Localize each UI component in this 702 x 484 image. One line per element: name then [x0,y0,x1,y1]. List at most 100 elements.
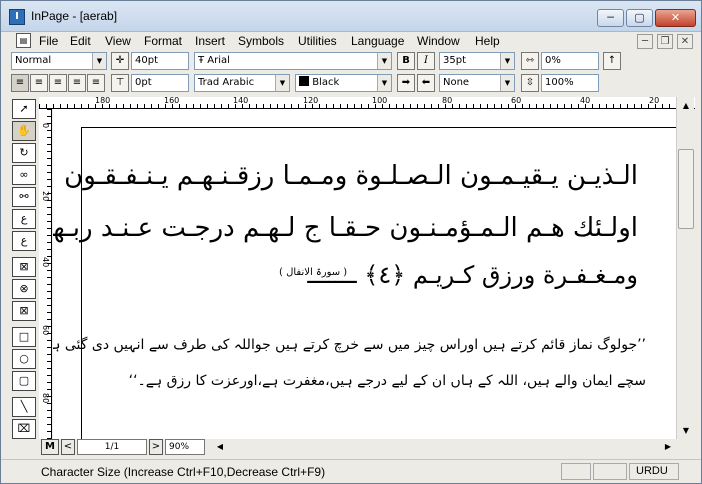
formatting-toolbar-1: Normal ▼ ✛ 40pt Ŧ Arial ▼ B I 35pt ▼ ⇿ 0% ↑ [1,52,701,74]
menu-view[interactable]: View [105,34,131,48]
master-page-button[interactable]: M [41,439,59,455]
menu-utilities[interactable]: Utilities [298,34,337,48]
indent-field[interactable]: 0pt [131,74,189,92]
arabic-text-line-1[interactable]: الـذيـن يـقيـمـون الـصـلـوة ومـمـا رزقـن… [53,161,638,191]
link-tool-icon[interactable]: ∞ [12,165,36,185]
scroll-down-icon[interactable]: ▼ [678,422,694,439]
align-justify-icon[interactable]: ≡ [68,74,86,92]
surah-reference[interactable]: ( سورۃ الانفال ) [279,267,347,278]
shade-value: None [443,77,470,88]
window-title: InPage - [aerab] [31,9,118,23]
scale-icon[interactable]: ⇳ [521,74,539,92]
hand-tool-icon[interactable]: ✋ [12,121,36,141]
arabic-text-line-3[interactable]: ومـغـفـرة ورزق كـريـم ﴿٤﴾ ـــــــ [307,261,638,289]
italic-button[interactable]: I [417,52,435,70]
rotate-tool-icon[interactable]: ↻ [12,143,36,163]
zoom-field[interactable]: 90% [165,439,205,455]
text-box-tool-icon[interactable]: ع [12,209,36,229]
crop-tool-icon[interactable]: ⌧ [12,419,36,439]
rectangle-tool-icon[interactable]: □ [12,327,36,347]
status-bar: Character Size (Increase Ctrl+F10,Decrea… [1,459,701,483]
bold-button[interactable]: B [397,52,415,70]
line-tool-icon[interactable]: ╲ [12,397,36,417]
language-font-select[interactable]: Trad Arabic ▼ [194,74,290,92]
menu-help[interactable]: Help [475,34,500,48]
next-page-button[interactable]: > [149,439,163,455]
doc-minimize-button[interactable]: ─ [637,34,653,49]
menu-bar: ▤ File Edit View Format Insert Symbols U… [1,32,701,51]
menu-format[interactable]: Format [144,34,182,48]
color-select[interactable]: Black ▼ [295,74,392,92]
chevron-down-icon: ▼ [377,75,391,91]
align-right-icon[interactable]: ≡ [49,74,67,92]
tools-palette: ➚ ✋ ↻ ∞ ⚯ ع ع ⊠ ⊗ ⊠ □ ○ ▢ ╲ ⌧ [9,97,39,439]
maximize-button[interactable]: ▢ [626,9,653,27]
menu-file[interactable]: File [39,34,58,48]
arabic-text-line-2[interactable]: اولـئك هـم الـمـؤمـنـون حـقـا ج لـهـم در… [53,213,638,243]
doc-close-button[interactable]: ✕ [677,34,693,49]
chevron-down-icon: ▼ [500,75,514,91]
align-left-icon[interactable]: ≡ [11,74,29,92]
shade-select[interactable]: None ▼ [439,74,515,92]
leading-icon[interactable]: ✛ [111,52,129,70]
indent-icon[interactable]: ⊤ [111,74,129,92]
inpage-window: I InPage - [aerab] ─ ▢ ✕ ▤ File Edit Vie… [0,0,702,484]
menu-insert[interactable]: Insert [195,34,225,48]
scroll-up-icon[interactable]: ▲ [678,97,694,114]
unlink-tool-icon[interactable]: ⚯ [12,187,36,207]
scroll-thumb[interactable] [678,149,694,229]
align-force-icon[interactable]: ≡ [87,74,105,92]
status-cell [593,463,627,480]
page-number-field[interactable]: 1/1 [77,439,147,455]
menu-symbols[interactable]: Symbols [238,34,284,48]
circle-tool-icon[interactable]: ○ [12,349,36,369]
size-select[interactable]: 35pt ▼ [439,52,515,70]
menu-edit[interactable]: Edit [70,34,91,48]
urdu-translation-line-1[interactable]: ’’جولوگ نماز قائم کرتے ہیں اوراس چیز میں… [53,337,646,353]
align-center-icon[interactable]: ≡ [30,74,48,92]
close-button[interactable]: ✕ [655,9,696,27]
ltr-direction-button[interactable]: ➡ [397,74,415,92]
tracking-icon[interactable]: ⇿ [521,52,539,70]
document-icon[interactable]: ▤ [16,33,31,48]
arrow-up-icon[interactable]: ↑ [603,52,621,70]
horizontal-ruler: 180 160 140 120 100 80 60 40 20 [39,97,695,109]
rtl-direction-button[interactable]: ⬅ [417,74,435,92]
polygon-picture-box-icon[interactable]: ⊠ [12,301,36,321]
chevron-down-icon: ▼ [275,75,289,91]
font-value: Arial [207,55,230,66]
inpage-app-icon[interactable]: I [9,9,25,25]
oval-picture-box-icon[interactable]: ⊗ [12,279,36,299]
text-box-dashed-tool-icon[interactable]: ع [12,231,36,251]
menu-window[interactable]: Window [417,34,460,48]
scale-field[interactable]: 100% [541,74,599,92]
chevron-down-icon: ▼ [500,53,514,69]
minimize-button[interactable]: ─ [597,9,624,27]
vertical-scrollbar[interactable]: ▲ ▼ [676,97,694,439]
doc-restore-button[interactable]: ❐ [657,34,673,49]
menu-language[interactable]: Language [351,34,404,48]
rect-picture-box-icon[interactable]: ⊠ [12,257,36,277]
color-value: Black [312,77,340,88]
scroll-left-icon[interactable]: ◀ [213,439,227,455]
color-swatch [299,76,309,86]
leading-field[interactable]: 40pt [131,52,189,70]
ruler-ticks [47,109,51,439]
document-canvas[interactable]: الـذيـن يـقيـمـون الـصـلـوة ومـمـا رزقـن… [53,109,676,439]
page-navigation-bar: M < 1/1 > 90% ◀ ▶ [41,439,695,456]
page-edge-top [81,127,676,128]
scroll-right-icon[interactable]: ▶ [661,439,675,455]
title-bar[interactable]: I InPage - [aerab] ─ ▢ ✕ [1,1,701,32]
ruler-ticks [39,104,695,108]
formatting-toolbar-2: ≡ ≡ ≡ ≡ ≡ ⊤ 0pt Trad Arabic ▼ Black ▼ ➡ ⬅ … [1,74,701,96]
previous-page-button[interactable]: < [61,439,75,455]
style-value: Normal [15,55,52,66]
urdu-translation-line-2[interactable]: سچے ایمان والے ہیں، اللہ کے ہاں ان کے لی… [129,373,646,389]
language-font-value: Trad Arabic [198,77,255,88]
tracking-field[interactable]: 0% [541,52,599,70]
pointer-tool-icon[interactable]: ➚ [12,99,36,119]
rounded-rect-tool-icon[interactable]: ▢ [12,371,36,391]
font-select[interactable]: Ŧ Arial ▼ [194,52,392,70]
style-select[interactable]: Normal ▼ [11,52,107,70]
scale-value: 100% [545,77,574,88]
